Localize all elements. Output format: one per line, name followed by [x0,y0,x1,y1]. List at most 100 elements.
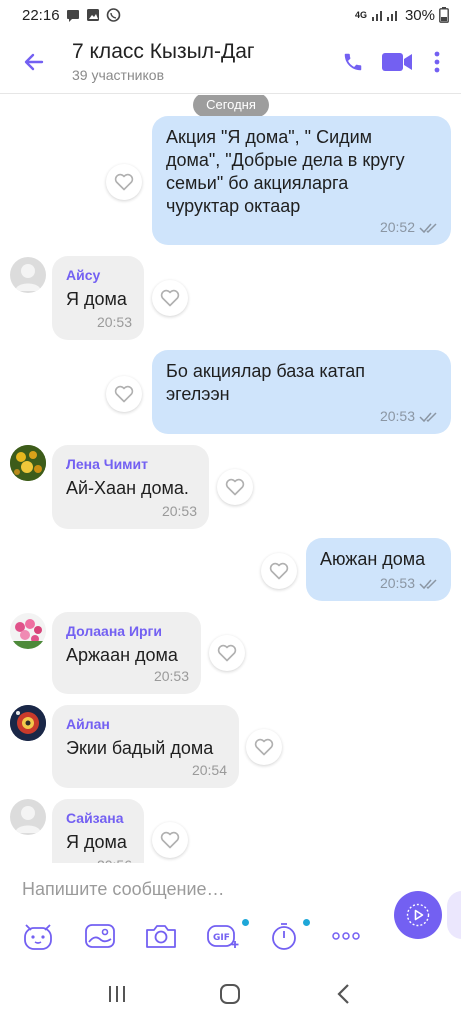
network-type: 4G [354,10,367,20]
home-button[interactable] [208,972,252,1016]
back-nav-button[interactable] [322,972,366,1016]
message-bubble-incoming[interactable]: Айлан Экии бадый дома 20:54 [52,705,239,788]
message-time: 20:54 [191,762,227,778]
message-composer: Напишите сообщение… GIF [0,863,461,963]
new-content-dot [303,919,310,926]
timer-button[interactable] [266,918,302,954]
message-time: 20:53 [153,668,189,684]
message-bubble-outgoing[interactable]: Акция "Я дома", " Сидим дома", "Добрые д… [152,116,451,245]
chat-info[interactable]: 7 класс Кызыл-Даг 39 участников [62,39,331,85]
heart-icon [254,738,274,756]
secondary-action-button[interactable] [447,891,461,939]
like-button[interactable] [152,280,188,316]
ornament-avatar-icon [10,705,46,741]
message-meta: 20:53 [380,405,439,428]
heart-icon [269,562,289,580]
more-icon [332,932,360,940]
participant-count: 39 участников [72,66,165,83]
like-button[interactable] [209,635,245,671]
double-check-icon [419,411,437,422]
new-content-dot [242,919,249,926]
message-bubble-incoming[interactable]: Айсу Я дома 20:53 [52,256,144,340]
like-button[interactable] [106,164,142,200]
phone-icon [344,53,362,70]
sender-name: Айлан [66,716,110,732]
sender-name: Долаана Ирги [66,623,162,639]
heart-icon [225,478,245,496]
gallery-icon [85,924,115,948]
home-icon [220,983,241,1004]
like-button[interactable] [217,469,253,505]
message-meta: 20:54 [192,759,227,782]
gallery-button[interactable] [82,918,118,954]
message-text-line: чуруктар октаар [166,196,301,216]
message-bubble-outgoing[interactable]: Бо акциялар база катап эгелээн 20:53 [152,350,451,434]
message-text-line: Бо акциялар база катап [166,361,366,381]
message-text: Я дома [66,832,127,852]
message-text: Экии бадый дома [66,738,214,758]
avatar[interactable] [10,445,46,481]
back-arrow-icon [24,53,44,70]
message-text-line: дома", "Добрые дела в кругу [166,150,405,170]
chevron-left-icon [337,983,349,1004]
heart-icon [114,173,134,191]
message-text-line: Акция "Я дома", " Сидим [166,127,373,147]
like-button[interactable] [152,822,188,858]
more-vertical-icon [434,51,440,72]
message-meta: 20:53 [97,311,132,334]
overflow-menu-button[interactable] [419,38,455,86]
sender-name: Сайзана [66,810,124,826]
camera-icon [146,925,176,948]
avatar[interactable] [10,705,46,741]
chat-header: 7 класс Кызыл-Даг 39 участников [0,30,461,94]
message-input[interactable]: Напишите сообщение… [22,879,225,900]
video-camera-icon [382,52,412,71]
more-options-button[interactable] [328,918,364,954]
message-meta: 20:52 [380,216,439,239]
avatar[interactable] [10,257,46,293]
gif-button[interactable]: GIF [205,918,241,954]
date-separator: Сегодня [193,95,269,117]
message-text: Аржаан дома [66,645,178,665]
signal-icon [371,8,401,22]
gif-icon: GIF [207,925,239,948]
recents-button[interactable] [95,972,139,1016]
message-text-line: Аюжан дома [320,549,426,569]
send-button[interactable] [394,891,442,939]
message-text-line: семьи" бо акцияларга [166,173,349,193]
video-call-button[interactable] [375,38,419,86]
like-button[interactable] [246,729,282,765]
message-time: 20:56 [97,854,132,863]
call-button[interactable] [331,38,375,86]
avatar[interactable] [10,799,46,835]
double-check-icon [419,578,437,589]
message-meta: 20:53 [162,500,197,523]
sticker-icon [24,924,52,950]
like-button[interactable] [261,553,297,589]
message-list[interactable]: Сегодня Акция "Я дома", " Сидим дома", "… [0,95,461,863]
message-time: 20:53 [96,314,132,330]
message-text: Ай-Хаан дома. [66,478,189,498]
like-button[interactable] [106,376,142,412]
message-bubble-outgoing[interactable]: Аюжан дома 20:53 [306,538,451,601]
recents-icon [108,985,125,1002]
message-bubble-incoming[interactable]: Лена Чимит Ай-Хаан дома. 20:53 [52,445,209,529]
battery-percent: 30% [404,6,435,24]
system-nav-bar [0,963,461,1024]
back-button[interactable] [6,34,62,90]
sender-name: Айсу [66,267,101,283]
status-time: 22:16 [22,6,60,24]
battery-icon [439,7,449,23]
camera-button[interactable] [143,918,179,954]
message-meta: 20:53 [380,572,439,595]
message-bubble-incoming[interactable]: Долаана Ирги Аржаан дома 20:53 [52,612,201,694]
message-text: Я дома [66,289,127,309]
message-bubble-incoming[interactable]: Сайзана Я дома 20:56 [52,799,144,863]
svg-text:GIF: GIF [213,933,230,943]
gallery-notification-icon [86,8,100,22]
message-meta: 20:53 [154,665,189,688]
sticker-button[interactable] [20,918,56,954]
avatar[interactable] [10,613,46,649]
heart-icon [160,289,180,307]
heart-icon [160,831,180,849]
